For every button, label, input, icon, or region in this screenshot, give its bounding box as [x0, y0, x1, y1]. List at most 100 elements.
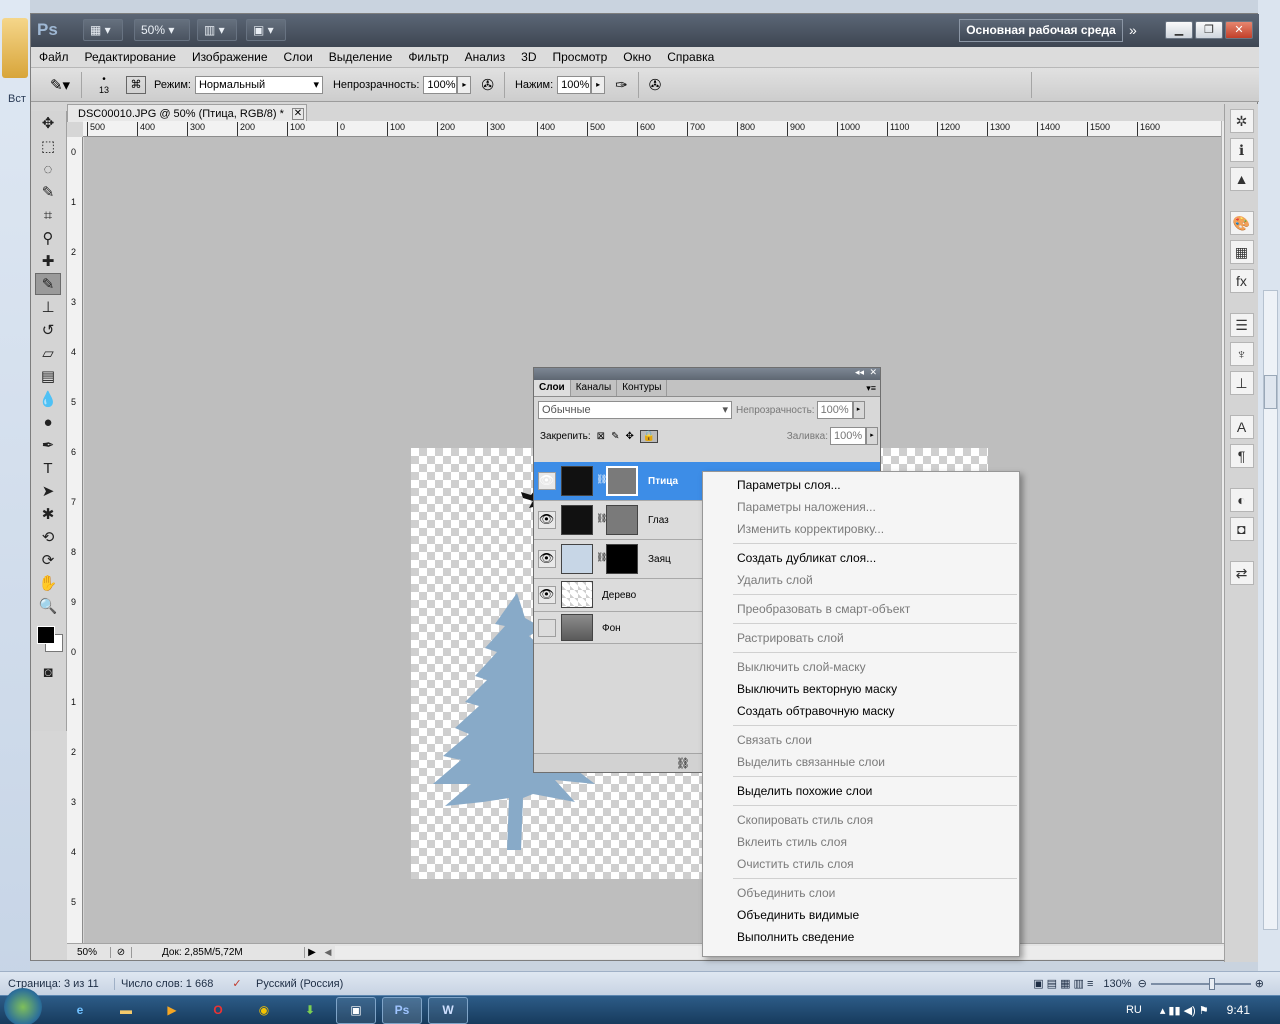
word-language[interactable]: Русский (Россия)	[252, 978, 392, 990]
layer-opacity-toggle[interactable]: ▸	[852, 401, 865, 419]
blend-mode-dropdown[interactable]: Обычные ▾	[538, 401, 732, 419]
menu-3d[interactable]: 3D	[513, 47, 544, 68]
pen-tool-icon[interactable]: ✒	[35, 434, 61, 456]
menu-item-duplicate-layer[interactable]: Создать дубликат слоя...	[703, 547, 1019, 569]
menu-item-disable-vector-mask[interactable]: Выключить векторную маску	[703, 678, 1019, 700]
status-menu-arrow-icon[interactable]: ▶	[305, 947, 319, 958]
quick-mask-icon[interactable]: ◙	[35, 661, 61, 683]
close-panel-icon[interactable]: ✕	[869, 367, 877, 378]
eyedropper-tool-icon[interactable]: ⚲	[35, 227, 61, 249]
menu-file[interactable]: Файл	[31, 47, 77, 68]
word-word-count[interactable]: Число слов: 1 668	[114, 977, 222, 990]
launch-bridge-button[interactable]: ▦ ▾	[83, 19, 123, 41]
clone-source-panel-icon[interactable]: ⊥	[1229, 371, 1254, 395]
minimize-button[interactable]: ▁	[1165, 21, 1193, 39]
menu-item-edit-adjustment[interactable]: Изменить корректировку...	[703, 518, 1019, 540]
brush-picker[interactable]: • 13	[82, 74, 126, 96]
word-zoom-value[interactable]: 130%	[1103, 978, 1131, 990]
photoshop-task-icon[interactable]: Ps	[382, 996, 422, 1024]
flow-slider-toggle[interactable]: ▸	[591, 75, 606, 94]
lock-transparency-icon[interactable]: ⊠	[597, 431, 605, 442]
menu-view[interactable]: Просмотр	[544, 47, 615, 68]
path-selection-tool-icon[interactable]: ➤	[35, 480, 61, 502]
hscroll-left-arrow-icon[interactable]: ◀	[321, 947, 335, 958]
color-panel-icon[interactable]: 🎨	[1229, 211, 1254, 235]
language-indicator[interactable]: RU	[1126, 1004, 1142, 1016]
history-brush-tool-icon[interactable]: ↺	[35, 319, 61, 341]
mask-thumbnail[interactable]	[606, 466, 638, 496]
status-preview-icon[interactable]: ⊘	[111, 947, 131, 958]
flow-input[interactable]: 100%	[557, 75, 592, 94]
menu-item-link-layers[interactable]: Связать слои	[703, 729, 1019, 751]
menu-item-flatten-image[interactable]: Выполнить сведение	[703, 926, 1019, 948]
menu-help[interactable]: Справка	[659, 47, 722, 68]
menu-image[interactable]: Изображение	[184, 47, 276, 68]
menu-filter[interactable]: Фильтр	[400, 47, 456, 68]
menu-item-delete-layer[interactable]: Удалить слой	[703, 569, 1019, 591]
marquee-tool-icon[interactable]: ⬚	[35, 135, 61, 157]
menu-item-select-similar-layers[interactable]: Выделить похожие слои	[703, 780, 1019, 802]
opacity-slider-toggle[interactable]: ▸	[457, 75, 472, 94]
brush-tool-preset-icon[interactable]: ✎▾	[39, 72, 81, 98]
opacity-input[interactable]: 100%	[423, 75, 458, 94]
airbrush-mode-icon[interactable]: ✑	[615, 76, 628, 94]
foreground-color-swatch[interactable]	[37, 626, 55, 644]
screen-mode-button[interactable]: ▣ ▾	[246, 19, 286, 41]
fill-toggle[interactable]: ▸	[866, 427, 878, 445]
hand-tool-icon[interactable]: ✋	[35, 572, 61, 594]
menu-item-merge-layers[interactable]: Объединить слои	[703, 882, 1019, 904]
crop-tool-icon[interactable]: ⌗	[35, 204, 61, 226]
menu-layers[interactable]: Слои	[276, 47, 321, 68]
shape-tool-icon[interactable]: ✱	[35, 503, 61, 525]
clock[interactable]: 9:41	[1227, 1003, 1250, 1017]
spelling-check-icon[interactable]: ✓	[222, 977, 252, 990]
clone-stamp-tool-icon[interactable]: ⊥	[35, 296, 61, 318]
word-task-icon[interactable]: W	[428, 996, 468, 1024]
menu-edit[interactable]: Редактирование	[77, 47, 184, 68]
navigator-panel-icon[interactable]: ✲	[1229, 109, 1254, 133]
lock-all-icon[interactable]: 🔒	[639, 429, 659, 443]
tool-presets-panel-icon[interactable]: ◘	[1229, 517, 1254, 541]
histogram-panel-icon[interactable]: ▲	[1229, 167, 1254, 191]
word-zoom-slider[interactable]	[1150, 977, 1251, 990]
close-button[interactable]: ✕	[1225, 21, 1253, 39]
menu-item-blending-options[interactable]: Параметры наложения...	[703, 496, 1019, 518]
tab-layers[interactable]: Слои	[534, 380, 571, 396]
brushes-panel-icon[interactable]: ◐	[1229, 488, 1254, 512]
gradient-tool-icon[interactable]: ▤	[35, 365, 61, 387]
styles-panel-icon[interactable]: fx	[1229, 269, 1254, 293]
utorrent-icon[interactable]: ⬇	[290, 997, 330, 1024]
eraser-tool-icon[interactable]: ▱	[35, 342, 61, 364]
restore-button[interactable]: ❐	[1195, 21, 1223, 39]
menu-item-layer-properties[interactable]: Параметры слоя...	[703, 474, 1019, 496]
layers-panel-header[interactable]: ◂◂ ✕	[534, 367, 880, 380]
network-app-icon[interactable]: ▣	[336, 996, 376, 1024]
lock-pixels-icon[interactable]: ✎	[611, 431, 619, 442]
status-zoom[interactable]: 50%	[67, 946, 111, 958]
mask-thumbnail[interactable]	[606, 505, 638, 535]
layer-opacity-input[interactable]: 100%	[816, 401, 853, 419]
workspace-more-icon[interactable]: »	[1129, 22, 1137, 38]
tablet-pressure-icon[interactable]: ✇	[649, 76, 662, 94]
word-office-orb[interactable]	[2, 18, 28, 78]
brush-tool-icon[interactable]: ✎	[35, 273, 61, 295]
zoom-in-icon[interactable]: ⊕	[1255, 977, 1264, 990]
menu-analysis[interactable]: Анализ	[457, 47, 514, 68]
media-player-icon[interactable]: ▶	[152, 997, 192, 1024]
type-tool-icon[interactable]: T	[35, 457, 61, 479]
paragraph-panel-icon[interactable]: ¶	[1229, 444, 1254, 468]
info-panel-icon[interactable]: ℹ	[1229, 138, 1254, 162]
swatches-panel-icon[interactable]: ▦	[1229, 240, 1254, 264]
zoom-level-dropdown[interactable]: 50% ▾	[134, 19, 190, 41]
document-tab[interactable]: DSC00010.JPG @ 50% (Птица, RGB/8) * ✕	[67, 104, 307, 122]
lock-position-icon[interactable]: ✥	[625, 431, 633, 442]
tab-paths[interactable]: Контуры	[617, 380, 668, 396]
internet-explorer-icon[interactable]: e	[60, 997, 100, 1024]
visibility-toggle-off[interactable]	[538, 619, 556, 637]
menu-item-paste-layer-style[interactable]: Вклеить стиль слоя	[703, 831, 1019, 853]
history-panel-icon[interactable]: ⇄	[1229, 561, 1254, 585]
airbrush-icon[interactable]: ✇	[481, 76, 494, 94]
3d-orbit-tool-icon[interactable]: ⟳	[35, 549, 61, 571]
adjustments-panel-icon[interactable]: ☰	[1229, 313, 1254, 337]
visibility-eye-icon[interactable]: 👁	[538, 586, 556, 604]
